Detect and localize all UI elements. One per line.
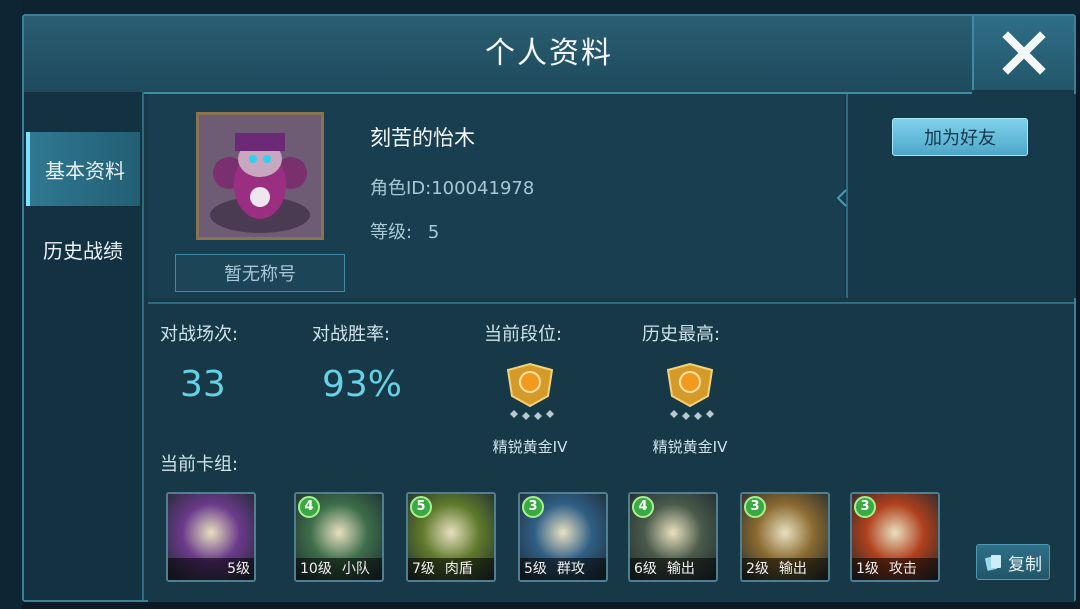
deck-card[interactable]: 3 5级 群攻 — [518, 492, 608, 582]
sidebar-item-basic-info[interactable]: 基本资料 — [26, 132, 140, 206]
sidebar-item-label: 历史战绩 — [43, 238, 123, 263]
deck-card[interactable]: 5级 — [166, 492, 256, 582]
close-icon — [1002, 31, 1046, 75]
copy-label: 复制 — [1008, 554, 1042, 575]
role-id-value: 100041978 — [431, 178, 535, 199]
card-level: 10级 — [300, 561, 332, 577]
role-id-label: 角色ID: — [370, 178, 432, 199]
copy-deck-button[interactable]: 复制 — [976, 544, 1050, 580]
deck-card[interactable]: 5 7级 肉盾 — [406, 492, 496, 582]
card-level-bar: 2级 输出 — [742, 558, 828, 580]
cards-icon — [985, 555, 1001, 571]
sidebar-item-label: 基本资料 — [45, 158, 125, 183]
card-cost-badge: 3 — [744, 496, 766, 518]
profile-panel: 暂无称号 刻苦的怡木 角色ID:100041978 等级: 5 — [148, 94, 844, 298]
chevron-left-icon — [836, 189, 847, 207]
card-level: 6级 — [634, 561, 657, 577]
role-id-row: 角色ID:100041978 — [370, 174, 534, 200]
add-friend-button[interactable]: 加为好友 — [892, 118, 1028, 156]
card-cost-badge: 3 — [522, 496, 544, 518]
card-level-bar: 5级 — [168, 558, 254, 580]
avatar-image — [199, 115, 321, 237]
card-level: 5级 — [227, 561, 250, 577]
close-button[interactable] — [972, 16, 1074, 90]
deck-card[interactable]: 3 1级 攻击 — [850, 492, 940, 582]
battles-value: 33 — [180, 364, 226, 405]
card-cost-badge: 4 — [632, 496, 654, 518]
gold-rank-icon — [506, 362, 554, 420]
deck-label: 当前卡组: — [160, 454, 239, 475]
card-level: 7级 — [412, 561, 435, 577]
player-name: 刻苦的怡木 — [370, 126, 475, 150]
winrate-value: 93% — [322, 364, 403, 405]
deck-card[interactable]: 4 10级 小队 — [294, 492, 384, 582]
card-type: 攻击 — [888, 561, 917, 577]
card-type: 肉盾 — [444, 561, 473, 577]
sidebar-item-history[interactable]: 历史战绩 — [26, 212, 140, 286]
avatar[interactable] — [196, 112, 324, 240]
current-rank-label: 当前段位: — [484, 324, 563, 345]
card-level: 1级 — [856, 561, 879, 577]
card-level-bar: 5级 群攻 — [520, 558, 606, 580]
profile-dialog: 个人资料 基本资料 历史战绩 暂无称号 刻苦的怡木 角色ID:100041978… — [22, 14, 1076, 602]
card-cost-badge: 5 — [410, 496, 432, 518]
best-rank-name: 精锐黄金IV — [652, 438, 728, 456]
card-level-bar: 6级 输出 — [630, 558, 716, 580]
level-label: 等级: — [370, 222, 413, 243]
card-type: 输出 — [666, 561, 695, 577]
sidebar: 基本资料 历史战绩 — [24, 92, 144, 600]
current-rank-name: 精锐黄金IV — [492, 438, 568, 456]
card-type: 群攻 — [556, 561, 585, 577]
card-type: 小队 — [341, 561, 370, 577]
deck-card[interactable]: 4 6级 输出 — [628, 492, 718, 582]
card-level: 5级 — [524, 561, 547, 577]
gold-rank-icon — [666, 362, 714, 420]
best-rank-label: 历史最高: — [642, 324, 721, 345]
card-level-bar: 1级 攻击 — [852, 558, 938, 580]
card-level-bar: 10级 小队 — [296, 558, 382, 580]
title-badge: 暂无称号 — [175, 254, 345, 292]
card-level-bar: 7级 肉盾 — [408, 558, 494, 580]
background-left-strip — [0, 0, 22, 609]
card-type: 输出 — [778, 561, 807, 577]
card-cost-badge: 4 — [298, 496, 320, 518]
background-top-strip — [0, 0, 1080, 14]
action-panel: 加为好友 — [836, 94, 1076, 298]
stats-panel: 对战场次: 33 对战胜率: 93% 当前段位: 精锐黄金IV 历史最高: 精锐… — [148, 302, 1074, 602]
winrate-label: 对战胜率: — [312, 324, 391, 345]
battles-label: 对战场次: — [160, 324, 239, 345]
deck-card[interactable]: 3 2级 输出 — [740, 492, 830, 582]
level-row: 等级: 5 — [370, 218, 439, 244]
card-cost-badge: 3 — [854, 496, 876, 518]
dialog-title: 个人资料 — [485, 36, 613, 71]
level-value: 5 — [427, 222, 440, 243]
card-level: 2级 — [746, 561, 769, 577]
